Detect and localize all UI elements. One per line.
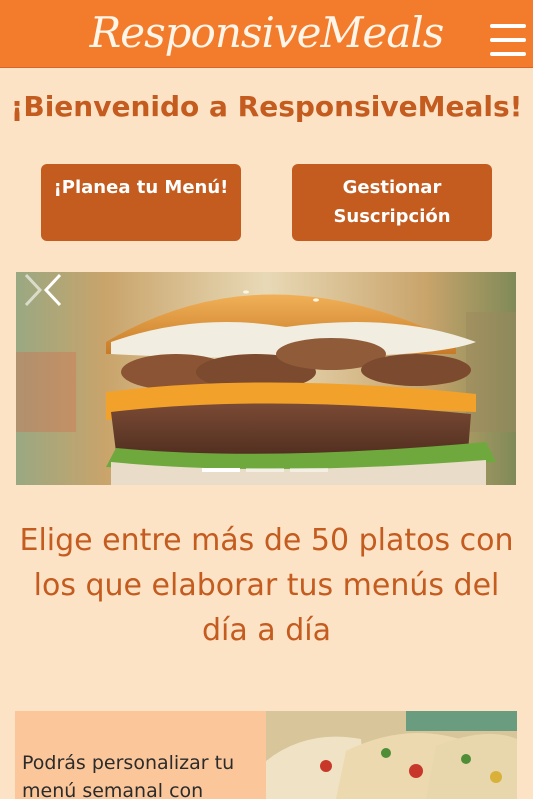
image-carousel [16,272,516,485]
brand-logo[interactable]: ResponsiveMeals [0,8,533,57]
carousel-indicator-3[interactable] [290,468,328,472]
carousel-indicator-2[interactable] [246,468,284,472]
navbar: ResponsiveMeals [0,0,533,68]
feature-text: Podrás personalizar tu menú semanal con [15,711,266,799]
burger-photo [16,272,516,485]
tagline: Elige entre más de 50 platos con los que… [19,523,514,648]
hamburger-icon[interactable] [490,24,526,58]
carousel-indicator-1[interactable] [202,468,240,472]
manage-subscription-button[interactable]: Gestionar Suscripción [292,164,492,241]
page-title: ¡Bienvenido a ResponsiveMeals! [10,90,523,123]
tacos-photo [266,711,517,799]
plan-menu-button[interactable]: ¡Planea tu Menú! [41,164,241,241]
chevron-right-icon[interactable] [16,272,46,308]
carousel-indicators [202,468,332,472]
